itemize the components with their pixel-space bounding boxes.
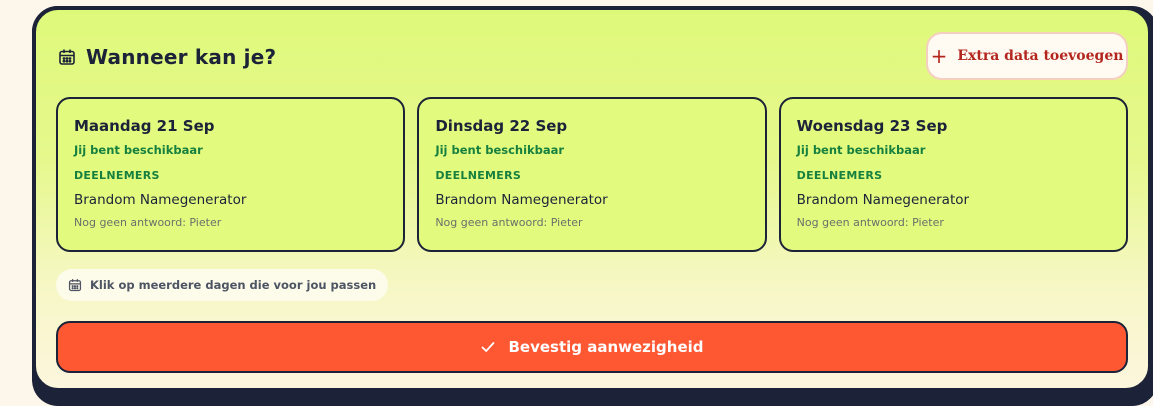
participant-name: Brandom Namegenerator — [796, 192, 970, 208]
no-answer-text: Nog geen antwoord: Pieter — [435, 216, 583, 229]
page-title: Wanneer kan je? — [86, 45, 277, 69]
availability-card: Wanneer kan je? + Extra data toevoegen M… — [32, 6, 1152, 392]
day-name: Dinsdag 22 Sep — [435, 117, 568, 135]
participants-label: DEELNEMERS — [796, 169, 883, 182]
day-card-monday[interactable]: Maandag 21 Sep Jij bent beschikbaar DEEL… — [56, 97, 406, 252]
calendar-icon — [68, 278, 82, 292]
participants-label: DEELNEMERS — [74, 169, 160, 182]
add-dates-label: Extra data toevoegen — [957, 48, 1124, 64]
confirm-attendance-button[interactable]: Bevestig aanwezigheid — [56, 321, 1128, 373]
card-header: Wanneer kan je? — [58, 43, 276, 71]
participants-label: DEELNEMERS — [435, 169, 522, 182]
plus-icon: + — [930, 44, 948, 68]
day-list: Maandag 21 Sep Jij bent beschikbaar DEEL… — [56, 97, 1128, 252]
participant-name: Brandom Namegenerator — [435, 192, 608, 208]
no-answer-text: Nog geen antwoord: Pieter — [796, 216, 944, 229]
availability-status: Jij bent beschikbaar — [74, 143, 203, 157]
hint-pill: Klik op meerdere dagen die voor jou pass… — [56, 269, 389, 301]
day-card-tuesday[interactable]: Dinsdag 22 Sep Jij bent beschikbaar DEEL… — [417, 97, 767, 252]
confirm-attendance-label: Bevestig aanwezigheid — [508, 338, 704, 356]
no-answer-text: Nog geen antwoord: Pieter — [74, 216, 222, 229]
availability-status: Jij bent beschikbaar — [796, 143, 926, 157]
day-name: Maandag 21 Sep — [74, 117, 215, 135]
hint-text: Klik op meerdere dagen die voor jou pass… — [90, 278, 377, 292]
add-dates-button[interactable]: + Extra data toevoegen — [926, 32, 1128, 80]
day-card-wednesday[interactable]: Woensdag 23 Sep Jij bent beschikbaar DEE… — [778, 97, 1128, 252]
availability-status: Jij bent beschikbaar — [435, 143, 565, 157]
participant-name: Brandom Namegenerator — [74, 192, 247, 208]
day-name: Woensdag 23 Sep — [796, 117, 948, 135]
check-icon — [480, 339, 496, 355]
calendar-icon — [58, 48, 76, 66]
